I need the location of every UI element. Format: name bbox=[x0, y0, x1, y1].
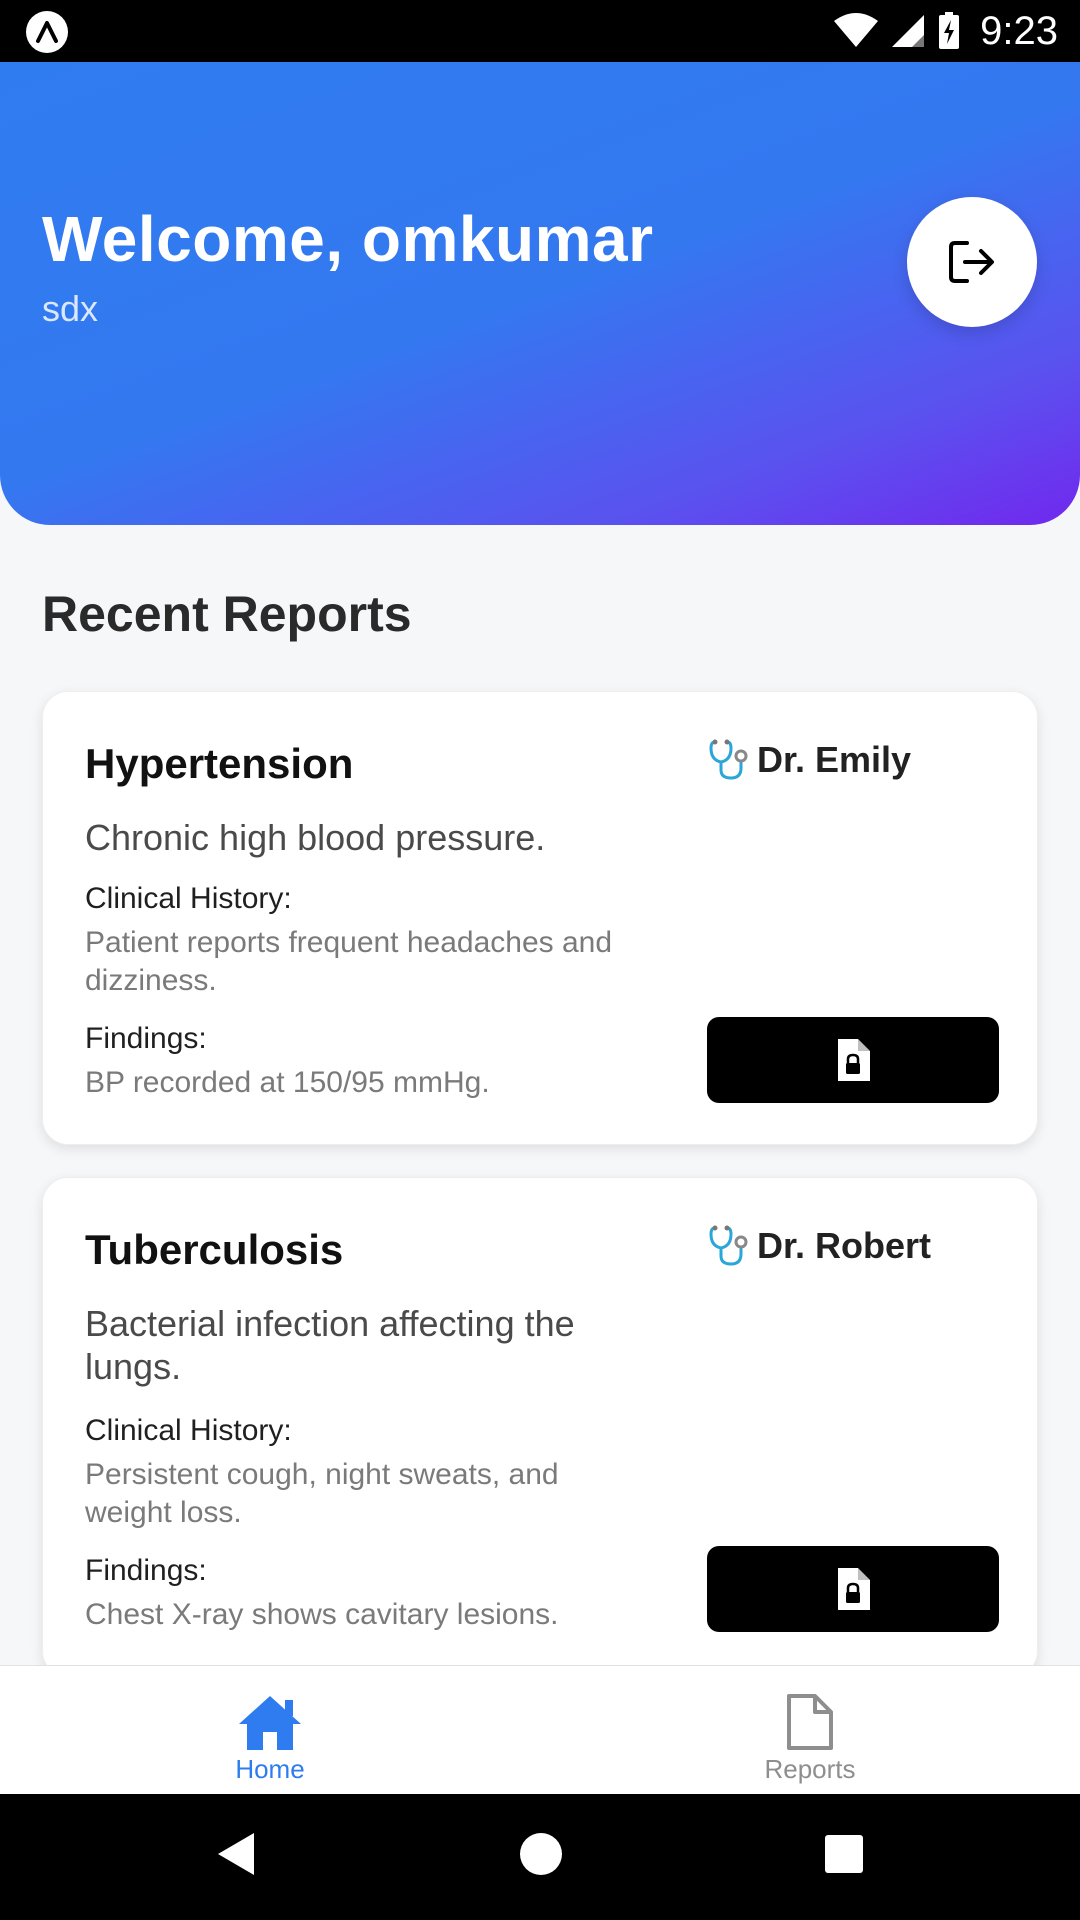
logout-icon bbox=[949, 241, 994, 283]
tab-home-label: Home bbox=[235, 1754, 305, 1784]
findings-value: BP recorded at 150/95 mmHg. bbox=[85, 1066, 490, 1099]
clinical-history-value: Patient reports frequent headaches and d… bbox=[85, 926, 613, 997]
doctor-name: Dr. Robert bbox=[757, 1225, 932, 1266]
stethoscope-icon bbox=[709, 739, 748, 780]
report-card[interactable]: Tuberculosis Bacterial infection affecti… bbox=[42, 1177, 1038, 1677]
tab-reports-label: Reports bbox=[764, 1754, 856, 1784]
view-report-button[interactable] bbox=[707, 1546, 999, 1632]
wifi-icon bbox=[834, 13, 879, 47]
tab-home[interactable]: Home bbox=[0, 1666, 540, 1795]
app-notification-icon bbox=[26, 11, 68, 53]
report-title: Tuberculosis bbox=[85, 1226, 344, 1273]
doctor-name: Dr. Emily bbox=[757, 739, 912, 780]
welcome-header: Welcome, omkumar sdx bbox=[0, 62, 1080, 525]
report-title: Hypertension bbox=[85, 740, 354, 787]
section-title: Recent Reports bbox=[42, 586, 412, 642]
logout-button[interactable] bbox=[907, 197, 1037, 327]
signal-icon bbox=[892, 15, 925, 47]
locked-file-icon bbox=[838, 1568, 870, 1610]
status-time: 9:23 bbox=[980, 8, 1058, 53]
stethoscope-icon bbox=[709, 1225, 748, 1266]
findings-label: Findings: bbox=[85, 1554, 207, 1587]
doctor-label: Dr. Emily bbox=[707, 738, 911, 782]
home-button-icon[interactable] bbox=[518, 1829, 564, 1879]
report-card[interactable]: Hypertension Chronic high blood pressure… bbox=[42, 691, 1038, 1145]
doctor-label: Dr. Robert bbox=[707, 1224, 931, 1268]
document-icon bbox=[787, 1694, 833, 1750]
clinical-history-label: Clinical History: bbox=[85, 1414, 292, 1447]
locked-file-icon bbox=[838, 1039, 870, 1081]
report-description: Chronic high blood pressure. bbox=[85, 817, 546, 858]
status-icons: 9:23 bbox=[832, 0, 1058, 62]
bottom-navigation: Home Reports bbox=[0, 1665, 1080, 1795]
findings-label: Findings: bbox=[85, 1022, 207, 1055]
battery-icon bbox=[939, 12, 960, 49]
home-icon bbox=[239, 1696, 301, 1750]
clinical-history-value: Persistent cough, night sweats, and weig… bbox=[85, 1458, 559, 1529]
findings-value: Chest X-ray shows cavitary lesions. bbox=[85, 1598, 559, 1631]
system-navigation-bar bbox=[0, 1794, 1080, 1920]
report-description: Bacterial infection affecting the lungs. bbox=[85, 1303, 575, 1387]
tab-reports[interactable]: Reports bbox=[540, 1666, 1080, 1795]
clinical-history-label: Clinical History: bbox=[85, 882, 292, 915]
welcome-title: Welcome, omkumar bbox=[42, 203, 654, 275]
view-report-button[interactable] bbox=[707, 1017, 999, 1103]
recents-icon[interactable] bbox=[824, 1829, 864, 1879]
welcome-subtitle: sdx bbox=[42, 288, 99, 329]
status-bar: 9:23 bbox=[0, 0, 1080, 62]
back-icon[interactable] bbox=[214, 1829, 258, 1879]
